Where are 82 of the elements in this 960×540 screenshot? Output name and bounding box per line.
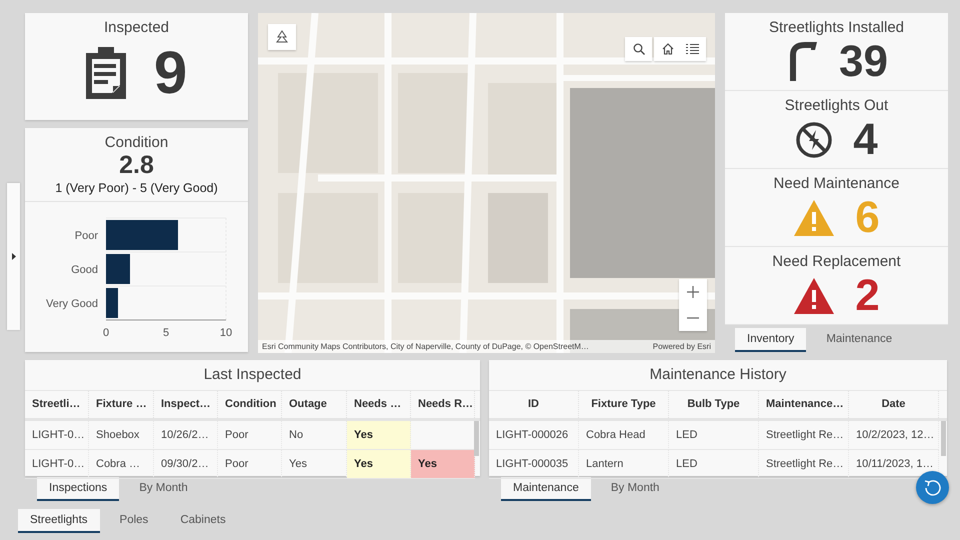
table-cell: Streetlight Re… <box>759 421 849 450</box>
refresh-button[interactable] <box>916 471 949 504</box>
column-header[interactable]: Needs R… <box>411 391 475 418</box>
tab[interactable]: Maintenance <box>814 328 904 352</box>
indicator-value: 4 <box>853 116 878 164</box>
column-header[interactable]: Needs … <box>347 391 411 418</box>
search-button[interactable] <box>625 37 652 61</box>
column-header[interactable]: Condition <box>218 391 282 418</box>
warning-icon <box>793 277 836 315</box>
table-cell: 10/2/2023, 12… <box>849 421 939 450</box>
tab[interactable]: Cabinets <box>168 509 238 533</box>
plus-icon <box>687 286 699 298</box>
table-cell: LED <box>669 421 759 450</box>
table-cell: LED <box>669 450 759 479</box>
map-attribution: Esri Community Maps Contributors, City of Naperville, County of DuPage, © OpenStreetM… <box>262 342 589 351</box>
card-title: Inspected <box>102 19 170 36</box>
indicator-title: Need Maintenance <box>772 175 900 192</box>
column-header[interactable]: Streetli… <box>25 391 89 418</box>
home-icon[interactable] <box>662 43 674 55</box>
expand-icon <box>12 253 16 260</box>
rating-scale: 1 (Very Poor) - 5 (Very Good) <box>25 181 248 202</box>
panel-toggle[interactable] <box>7 183 20 330</box>
tab[interactable]: By Month <box>598 477 672 501</box>
table-cell: LIGHT-000026 <box>489 421 579 450</box>
table-cell: Poor <box>218 450 282 479</box>
table-cell: Shoebox <box>89 421 154 450</box>
tab[interactable]: Streetlights <box>18 509 100 533</box>
indicator-title: Streetlights Installed <box>768 19 906 36</box>
scrollbar[interactable] <box>941 421 946 456</box>
powered-by-link[interactable]: Powered by Esri <box>652 342 711 351</box>
tab[interactable]: Inventory <box>735 328 806 352</box>
column-header[interactable]: Maintenance… <box>759 391 849 418</box>
table-cell: 09/30/2… <box>154 450 218 479</box>
column-header[interactable]: Date <box>849 391 939 418</box>
column-header[interactable]: Bulb Type <box>669 391 759 418</box>
axis-label: Very Good <box>46 298 98 310</box>
refresh-icon <box>924 478 942 496</box>
clipboard-icon <box>86 47 126 99</box>
bar <box>106 288 118 318</box>
indicator-value: 6 <box>855 194 880 242</box>
indicator-value: 2 <box>855 272 880 320</box>
basemap-button[interactable] <box>268 24 296 50</box>
basemap-icon <box>275 30 289 44</box>
zoom-in-button[interactable] <box>679 279 707 305</box>
warning-icon <box>793 199 836 237</box>
table-cell: Yes <box>347 421 411 450</box>
legend-icon[interactable] <box>686 43 698 55</box>
axis-label: Poor <box>74 230 98 242</box>
table-cell: Cobra Head <box>579 421 669 450</box>
search-icon <box>632 43 644 55</box>
tab[interactable]: Poles <box>108 509 160 533</box>
no-power-icon <box>795 121 834 159</box>
table-cell: Yes <box>411 450 475 479</box>
table-cell: 10/26/2… <box>154 421 218 450</box>
minus-icon <box>687 317 699 319</box>
bar <box>106 220 178 250</box>
card-title: Condition <box>104 134 170 151</box>
column-header[interactable]: ID <box>489 391 579 418</box>
tab[interactable]: Maintenance <box>501 477 591 501</box>
column-header[interactable]: Inspect… <box>154 391 218 418</box>
indicator-title: Streetlights Out <box>784 97 890 114</box>
indicator-title: Need Replacement <box>771 253 902 270</box>
axis-label: Good <box>71 264 98 276</box>
table-cell: Streetlight Re… <box>759 450 849 479</box>
bar <box>106 254 130 284</box>
tick-label: 5 <box>162 327 170 339</box>
table-cell: Yes <box>347 450 411 479</box>
tick-label: 10 <box>220 327 232 339</box>
indicator-value: 39 <box>839 38 888 86</box>
tick-label: 0 <box>102 327 110 339</box>
tab[interactable]: Inspections <box>37 477 120 501</box>
table-cell: Poor <box>218 421 282 450</box>
scrollbar[interactable] <box>474 421 479 456</box>
tab[interactable]: By Month <box>127 477 200 501</box>
column-header[interactable]: Fixture … <box>89 391 154 418</box>
condition-score: 2.8 <box>118 151 155 179</box>
table-cell: LIGHT-0… <box>25 421 89 450</box>
table-title: Last Inspected <box>25 360 480 391</box>
column-header[interactable]: Fixture Type <box>579 391 669 418</box>
inspected-count: 9 <box>154 42 188 104</box>
table-title: Maintenance History <box>489 360 947 391</box>
column-header[interactable]: Outage <box>282 391 347 418</box>
